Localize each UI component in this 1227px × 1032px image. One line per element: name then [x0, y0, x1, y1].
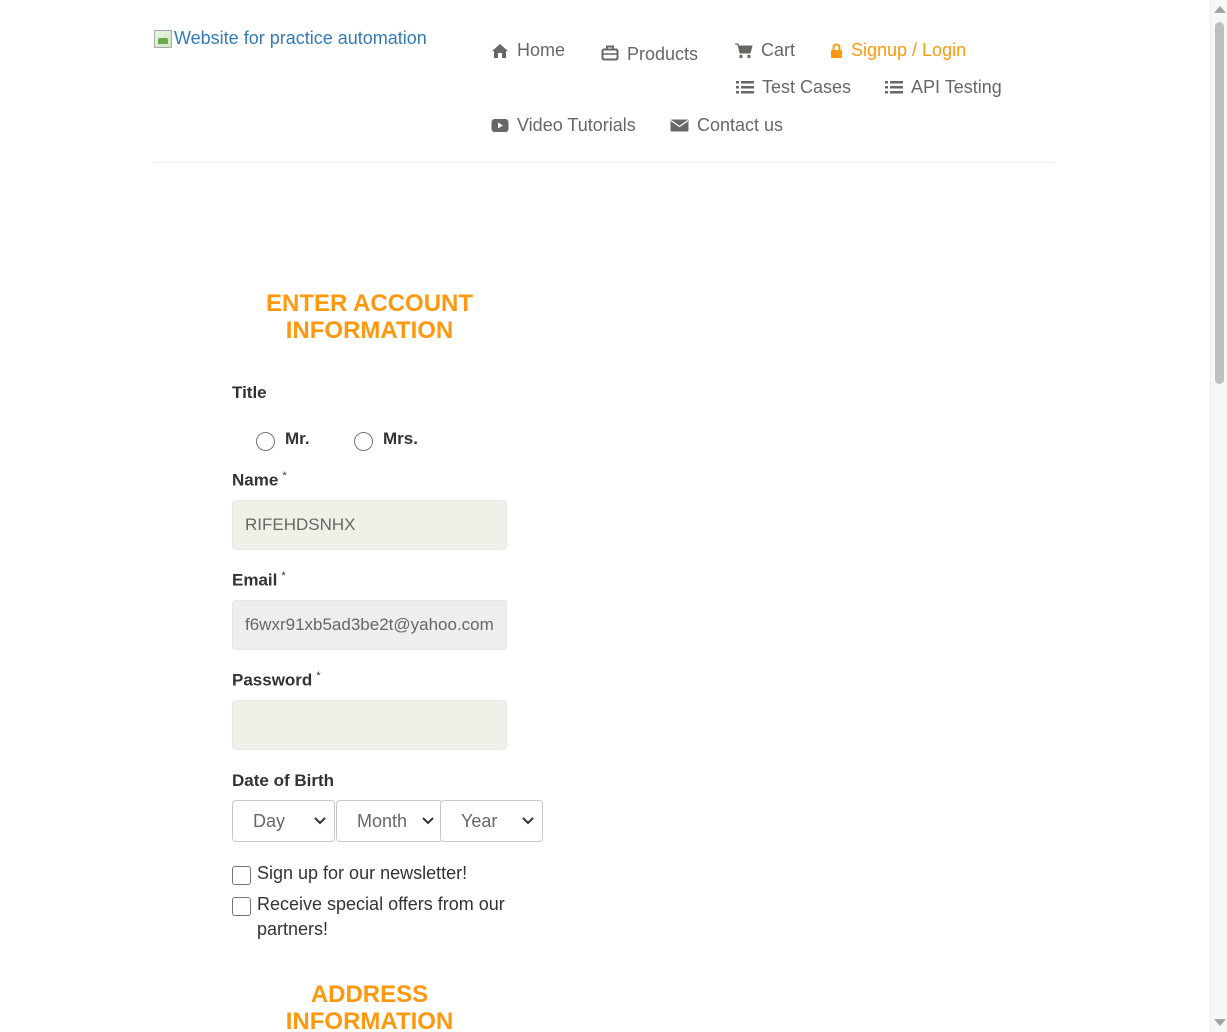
dob-label: Date of Birth: [232, 771, 334, 790]
dob-year-value: Year: [461, 810, 498, 831]
radio-button[interactable]: [256, 432, 275, 451]
nav-cart[interactable]: Cart: [735, 40, 795, 61]
chevron-down-icon: [314, 817, 326, 825]
radio-button[interactable]: [354, 432, 373, 451]
scroll-up-arrow-icon[interactable]: [1214, 6, 1226, 13]
dob-month-select[interactable]: Month: [336, 800, 443, 842]
required-mark: *: [281, 570, 286, 582]
dob-year-select[interactable]: Year: [440, 800, 543, 842]
envelope-icon: [670, 118, 689, 133]
nav-video-tutorials-label: Video Tutorials: [517, 115, 636, 135]
radio-mr[interactable]: Mr.: [256, 426, 310, 451]
dob-day-value: Day: [253, 810, 286, 831]
site-logo[interactable]: Website for practice automation: [154, 28, 427, 49]
lock-icon: [830, 43, 843, 59]
nav-api-testing[interactable]: API Testing: [885, 77, 1002, 98]
chevron-down-icon: [522, 817, 534, 825]
nav-contact-us[interactable]: Contact us: [670, 115, 783, 136]
password-label-text: Password: [232, 670, 313, 690]
address-info-heading: ADDRESS INFORMATION: [232, 981, 507, 1032]
special-offers-option[interactable]: Receive special offers from our partners…: [232, 892, 522, 942]
account-info-heading: ENTER ACCOUNT INFORMATION: [232, 290, 507, 344]
heading-line-2: INFORMATION: [285, 1008, 454, 1032]
nav-products[interactable]: Products: [601, 40, 698, 65]
nav-test-cases[interactable]: Test Cases: [736, 77, 851, 98]
nav-signup-login-label: Signup / Login: [851, 40, 967, 60]
scrollbar-thumb[interactable]: [1215, 22, 1224, 384]
nav-contact-us-label: Contact us: [697, 115, 784, 135]
nav-api-testing-label: API Testing: [911, 77, 1002, 97]
nav-home[interactable]: Home: [491, 40, 565, 61]
name-input[interactable]: RIFEHDSNHX: [232, 500, 507, 550]
required-mark: *: [316, 670, 321, 682]
nav-signup-login[interactable]: Signup / Login: [830, 40, 966, 61]
password-label: Password *: [232, 670, 321, 691]
password-input[interactable]: [232, 700, 507, 750]
list-icon: [736, 80, 754, 95]
newsletter-checkbox[interactable]: [232, 866, 251, 885]
email-label-text: Email: [232, 570, 278, 590]
nav-test-cases-label: Test Cases: [762, 77, 852, 97]
heading-line-1: ENTER ACCOUNT: [265, 290, 474, 317]
chevron-down-icon: [422, 817, 434, 825]
nav-home-label: Home: [517, 40, 566, 60]
nav-products-label: Products: [627, 44, 699, 64]
name-label: Name *: [232, 470, 287, 491]
heading-line-2: INFORMATION: [285, 317, 454, 344]
special-offers-checkbox[interactable]: [232, 897, 251, 916]
required-mark: *: [282, 470, 287, 482]
email-input[interactable]: f6wxr91xb5ad3be2t@yahoo.com: [232, 600, 507, 650]
title-label: Title: [232, 383, 267, 402]
email-label: Email *: [232, 570, 286, 591]
briefcase-icon: [601, 45, 619, 61]
header-divider: [154, 162, 1054, 163]
newsletter-option[interactable]: Sign up for our newsletter!: [232, 861, 522, 886]
radio-mrs[interactable]: Mrs.: [354, 426, 418, 451]
special-offers-label: Receive special offers from our partners…: [257, 894, 505, 939]
vertical-scrollbar[interactable]: [1210, 0, 1227, 1032]
list-icon: [885, 80, 903, 95]
scroll-down-arrow-icon[interactable]: [1214, 1019, 1226, 1026]
logo-alt-text: Website for practice automation: [174, 28, 427, 48]
dob-month-value: Month: [357, 810, 408, 831]
nav-video-tutorials[interactable]: Video Tutorials: [491, 115, 636, 136]
nav-cart-label: Cart: [761, 40, 796, 60]
dob-day-select[interactable]: Day: [232, 800, 335, 842]
newsletter-label: Sign up for our newsletter!: [257, 863, 468, 883]
name-label-text: Name: [232, 470, 279, 490]
home-icon: [491, 43, 509, 59]
youtube-play-icon: [491, 118, 509, 133]
heading-line-1: ADDRESS: [310, 981, 429, 1008]
broken-image-icon: [154, 29, 172, 48]
shopping-cart-icon: [735, 43, 753, 59]
radio-mrs-label: Mrs.: [383, 428, 418, 448]
radio-mr-label: Mr.: [285, 428, 310, 448]
